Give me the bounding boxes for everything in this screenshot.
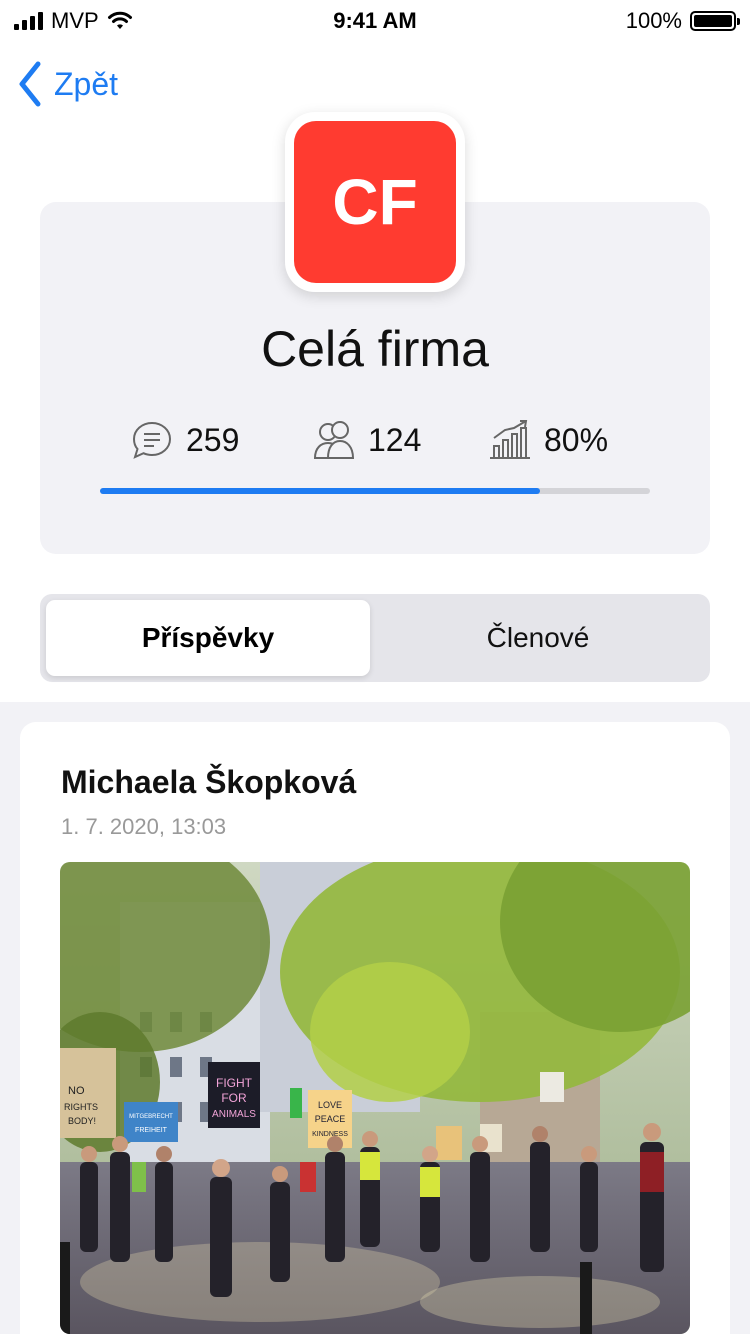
svg-text:BODY!: BODY!	[68, 1116, 96, 1126]
status-bar: MVP 9:41 AM 100%	[0, 0, 750, 40]
group-stats: 259 124 80%	[0, 418, 750, 474]
protest-photo-image: FIGHT FOR ANIMALS LOVE PEACE KINDNESS NO…	[60, 862, 690, 1334]
svg-text:RIGHTS: RIGHTS	[64, 1102, 98, 1112]
back-label: Zpět	[54, 65, 119, 102]
svg-text:KINDNESS: KINDNESS	[312, 1131, 348, 1138]
posts-count: 259	[186, 421, 240, 458]
bar-chart-icon	[490, 420, 530, 459]
battery-percent: 100%	[625, 8, 682, 33]
avatar-initials: CF	[294, 121, 456, 283]
post-date: 1. 7. 2020, 13:03	[61, 814, 227, 839]
post-author: Michaela Škopková	[61, 764, 357, 800]
back-button[interactable]: Zpět	[16, 60, 118, 108]
svg-text:FREIHEIT: FREIHEIT	[135, 1127, 168, 1134]
members-icon	[313, 421, 355, 459]
svg-text:FIGHT: FIGHT	[216, 1076, 253, 1090]
members-count: 124	[368, 421, 422, 458]
chevron-left-icon	[19, 61, 41, 107]
svg-text:MITGEBRECHT: MITGEBRECHT	[129, 1114, 173, 1120]
tab-posts[interactable]: Příspěvky	[46, 600, 370, 676]
post-photo[interactable]: FIGHT FOR ANIMALS LOVE PEACE KINDNESS NO…	[60, 862, 690, 1334]
battery-icon	[690, 11, 740, 31]
tab-members[interactable]: Členové	[376, 600, 700, 676]
svg-text:ANIMALS: ANIMALS	[212, 1109, 256, 1120]
svg-text:NO: NO	[68, 1085, 85, 1097]
group-avatar: CF	[285, 112, 465, 292]
stat-members: 124	[312, 418, 421, 462]
chat-bubble-icon	[132, 421, 172, 459]
progress-percent: 80%	[544, 421, 609, 458]
progress-bar	[100, 488, 650, 494]
group-title: Celá firma	[261, 321, 489, 377]
svg-text:LOVE: LOVE	[318, 1100, 342, 1110]
stat-progress: 80%	[488, 418, 608, 462]
progress-bar-fill	[100, 488, 540, 494]
svg-text:FOR: FOR	[221, 1091, 247, 1105]
stat-posts: 259	[130, 418, 239, 462]
svg-text:PEACE: PEACE	[315, 1114, 346, 1124]
status-right: 100%	[625, 8, 740, 34]
tab-switcher: Příspěvky Členové	[40, 594, 710, 682]
